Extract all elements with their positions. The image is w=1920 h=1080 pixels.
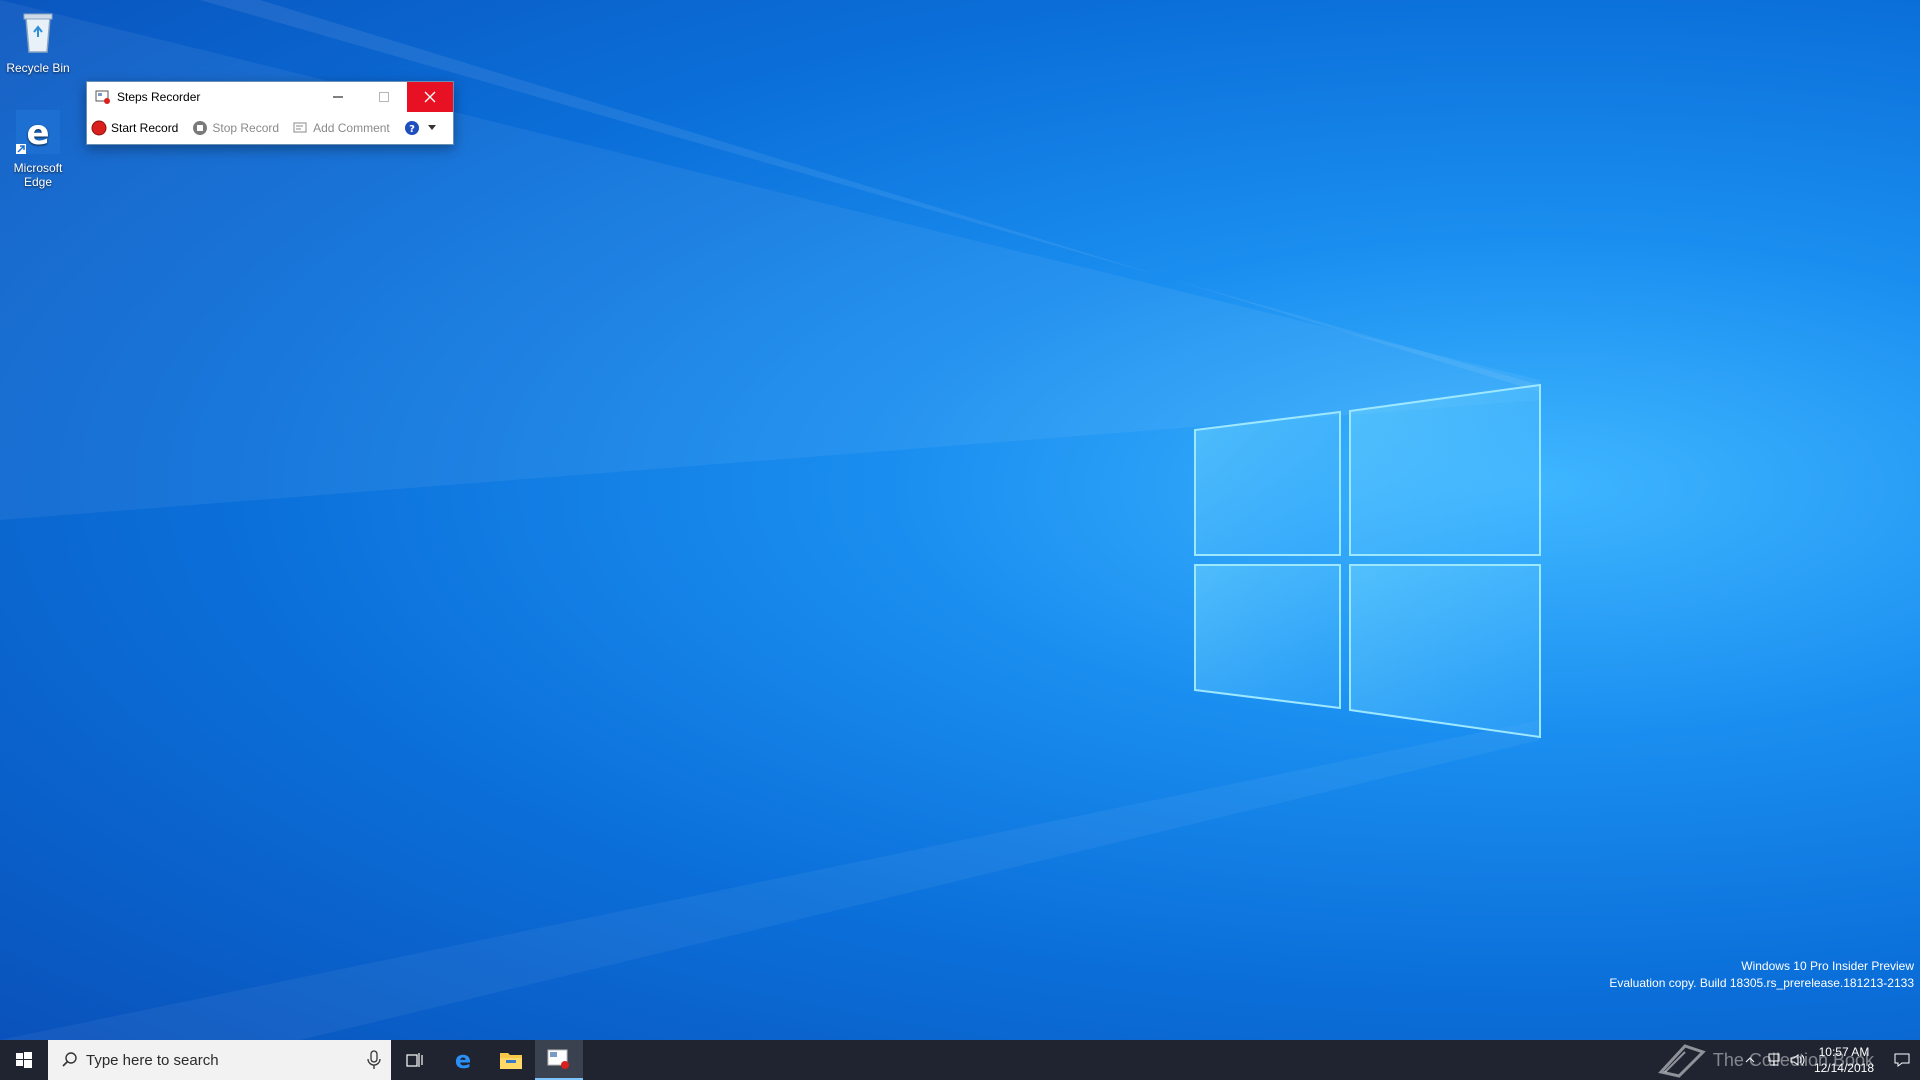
search-icon bbox=[62, 1052, 77, 1067]
show-hidden-icons-button[interactable] bbox=[1738, 1040, 1762, 1080]
minimize-button[interactable] bbox=[315, 82, 361, 112]
notification-icon bbox=[1894, 1053, 1910, 1067]
chevron-up-icon bbox=[1745, 1057, 1755, 1063]
search-placeholder: Type here to search bbox=[86, 1051, 219, 1069]
add-comment-button[interactable]: Add Comment bbox=[293, 120, 390, 136]
help-button[interactable]: ? bbox=[404, 120, 424, 136]
window-titlebar[interactable]: Steps Recorder bbox=[87, 82, 453, 112]
svg-text:?: ? bbox=[409, 124, 415, 135]
desktop: Recycle Bin e Microsoft Edge Steps Recor… bbox=[0, 0, 1920, 1040]
steps-recorder-window: Steps Recorder Start Record Stop Record bbox=[86, 81, 454, 145]
comment-icon bbox=[293, 122, 307, 133]
taskbar-search-box[interactable]: Type here to search bbox=[48, 1040, 391, 1080]
close-button[interactable] bbox=[407, 82, 453, 112]
system-tray: 10:57 AM 12/14/2018 bbox=[1738, 1040, 1920, 1080]
volume-button[interactable] bbox=[1786, 1040, 1810, 1080]
desktop-icon-recycle-bin[interactable]: Recycle Bin bbox=[2, 8, 74, 75]
windows-logo bbox=[1194, 383, 1541, 739]
add-comment-label: Add Comment bbox=[313, 121, 390, 135]
recycle-bin-icon bbox=[23, 13, 53, 53]
taskbar-edge[interactable]: e bbox=[439, 1040, 487, 1080]
taskbar-steps-recorder[interactable] bbox=[535, 1040, 583, 1080]
desktop-icon-microsoft-edge[interactable]: e Microsoft Edge bbox=[2, 108, 74, 189]
close-icon bbox=[424, 91, 436, 103]
wallpaper-light-beams bbox=[0, 0, 1540, 1040]
watermark-build: Evaluation copy. Build 18305.rs_prerelea… bbox=[1609, 976, 1914, 990]
settings-dropdown-button[interactable] bbox=[427, 125, 436, 131]
clock-time: 10:57 AM bbox=[1818, 1045, 1870, 1059]
task-view-icon bbox=[406, 1053, 423, 1067]
folder-icon bbox=[500, 1053, 522, 1069]
stop-icon bbox=[193, 121, 208, 135]
minimize-icon bbox=[333, 96, 343, 98]
clock-date: 12/14/2018 bbox=[1813, 1061, 1874, 1075]
recorder-toolbar: Start Record Stop Record Add Comment ? bbox=[87, 112, 453, 144]
svg-text:e: e bbox=[26, 113, 49, 153]
watermark-edition: Windows 10 Pro Insider Preview bbox=[1741, 959, 1914, 973]
desktop-icon-label: Microsoft Edge bbox=[13, 161, 63, 189]
windows-start-icon bbox=[16, 1052, 32, 1068]
network-button[interactable] bbox=[1762, 1040, 1786, 1080]
action-center-button[interactable] bbox=[1884, 1040, 1920, 1080]
volume-icon bbox=[1790, 1054, 1805, 1066]
help-icon: ? bbox=[404, 121, 419, 135]
taskbar-clock[interactable]: 10:57 AM 12/14/2018 bbox=[1814, 1044, 1874, 1076]
task-view-button[interactable] bbox=[391, 1040, 439, 1080]
steps-recorder-icon bbox=[547, 1049, 569, 1069]
start-record-button[interactable]: Start Record bbox=[91, 120, 178, 136]
taskbar: Type here to search e The Collection Boo… bbox=[0, 1040, 1920, 1080]
microphone-icon[interactable] bbox=[367, 1050, 381, 1070]
taskbar-file-explorer[interactable] bbox=[487, 1040, 535, 1080]
edge-icon: e bbox=[16, 110, 60, 154]
stop-record-button[interactable]: Stop Record bbox=[192, 120, 279, 136]
start-button[interactable] bbox=[0, 1040, 48, 1080]
record-icon bbox=[91, 120, 107, 136]
network-icon bbox=[1768, 1053, 1780, 1066]
maximize-icon bbox=[379, 92, 389, 102]
steps-recorder-icon bbox=[95, 90, 110, 104]
book-icon bbox=[1658, 1044, 1706, 1078]
evaluation-watermark: Windows 10 Pro Insider Preview Evaluatio… bbox=[1609, 958, 1914, 992]
maximize-button[interactable] bbox=[361, 82, 407, 112]
chevron-down-icon bbox=[427, 125, 436, 130]
start-record-label: Start Record bbox=[111, 121, 179, 135]
window-title: Steps Recorder bbox=[117, 90, 201, 104]
desktop-icon-label: Recycle Bin bbox=[6, 61, 70, 75]
svg-text:e: e bbox=[455, 1048, 471, 1072]
edge-icon: e bbox=[455, 1048, 471, 1072]
stop-record-label: Stop Record bbox=[212, 121, 280, 135]
